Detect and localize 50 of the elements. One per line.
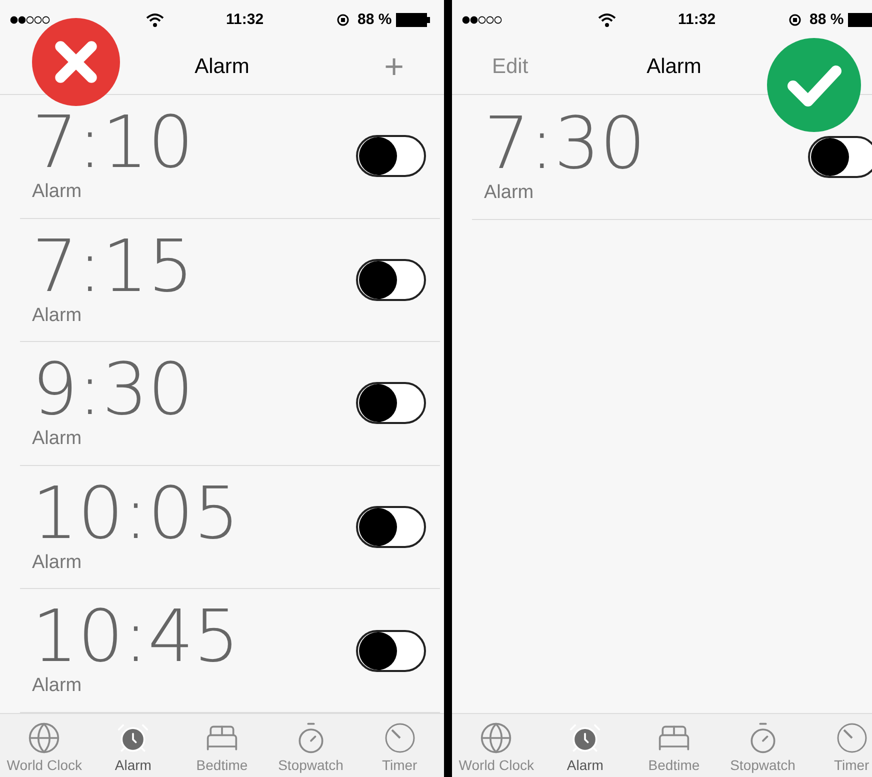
tab-item[interactable]: Timer [810,721,872,776]
tab-item[interactable]: Timer [358,721,442,776]
alarm-label: Alarm [32,427,83,452]
screen-title: Alarm [194,54,250,80]
alarm-time: 7:15 [32,230,194,302]
wifi-icon [146,13,164,27]
timer-icon [382,721,417,755]
alarm-label: Alarm [32,550,83,575]
wifi-icon [598,13,616,27]
alarm-time: 7:30 [484,106,646,179]
status-time: 11:32 [678,10,716,30]
battery-percent: 88 % [358,10,392,30]
signal-icon [10,16,50,24]
timer-icon [834,721,869,755]
tab-item[interactable]: World Clock [454,721,538,776]
alarm-time: 10:05 [32,476,240,549]
battery-icon [848,13,872,27]
status-time: 11:32 [226,10,264,30]
globe-icon [479,721,514,755]
rotation-lock-icon [788,13,802,27]
alarm-time: 9:30 [32,353,194,426]
rotation-lock-icon [336,13,350,27]
alarm-time: 10:45 [32,600,240,672]
toggle-switch[interactable] [356,506,426,548]
signal-icon [462,16,502,24]
toggle-switch[interactable] [808,136,872,178]
battery-icon [396,13,430,27]
battery-percent: 88 % [810,10,844,30]
globe-icon [27,721,62,755]
tab-item[interactable]: Bedtime [632,721,716,776]
cross-badge-icon [32,18,120,106]
tab-item[interactable]: Stopwatch [720,721,805,776]
tab-item[interactable]: World Clock [2,721,86,776]
alarm-time: 7:10 [32,106,194,178]
tab-item[interactable]: Bedtime [180,721,264,776]
alarm-label: Alarm [32,674,83,698]
toggle-switch[interactable] [356,258,426,301]
edit-button[interactable]: Edit [492,55,528,78]
alarm-label: Alarm [32,304,83,328]
add-button[interactable]: + [384,50,404,84]
toggle-switch[interactable] [356,382,426,424]
tab-item[interactable]: Alarm [543,721,628,776]
alarm-label: Alarm [484,180,535,205]
checkmark-badge-icon [767,38,861,132]
screen-title: Alarm [646,54,702,80]
toggle-switch[interactable] [356,630,426,672]
tab-item[interactable]: Alarm [91,721,176,776]
toggle-switch[interactable] [356,135,426,178]
tab-item[interactable]: Stopwatch [268,721,353,776]
alarm-label: Alarm [32,180,83,204]
